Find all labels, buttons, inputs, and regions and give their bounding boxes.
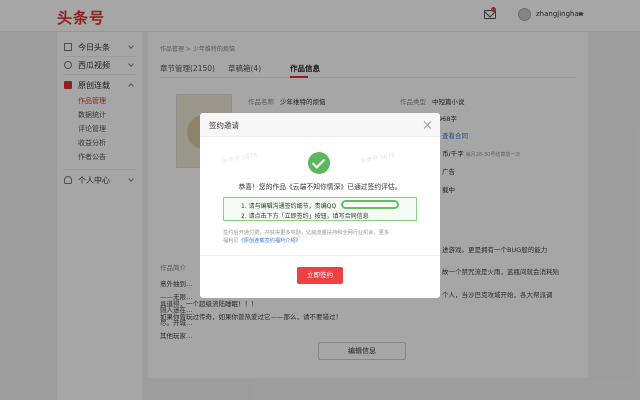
benefit-link[interactable]: 《原创连载签约福利介绍》: [239, 238, 301, 244]
close-icon[interactable]: [423, 121, 431, 129]
sign-now-button[interactable]: 立即签约: [297, 267, 343, 284]
desc-prefix: 福利见: [223, 238, 239, 244]
modal-title: 签约邀请: [209, 121, 239, 130]
instruction-step-2: 2. 请点击下方「立即签约」按钮，填写合同信息: [241, 213, 369, 220]
success-check-icon: [308, 152, 330, 174]
congrats-message: 恭喜！您的作品《云端不知你情深》已通过签约评估。: [238, 183, 402, 191]
sign-invitation-modal: 签约邀请 头条号 5678 头条号 5678 头条号 5678 恭喜！您的作品《…: [200, 113, 440, 298]
benefit-description: 签约后开通付费，并获得更多奖励，亿级流量扶持和全网行业机会，更多: [223, 230, 390, 236]
watermark: 头条号 5678: [359, 151, 396, 165]
watermark: 头条号 5678: [221, 151, 258, 165]
instruction-step-1: 1. 请与编辑沟通签约细节，责编QQ: [241, 203, 337, 210]
divider: [200, 255, 440, 256]
benefit-description-2: 福利见《原创连载签约福利介绍》: [223, 237, 301, 244]
modal-header: 签约邀请: [200, 113, 440, 137]
instruction-box: 1. 请与编辑沟通签约细节，责编QQ 2. 请点击下方「立即签约」按钮，填写合同…: [223, 197, 417, 221]
qq-highlight: [341, 200, 399, 209]
